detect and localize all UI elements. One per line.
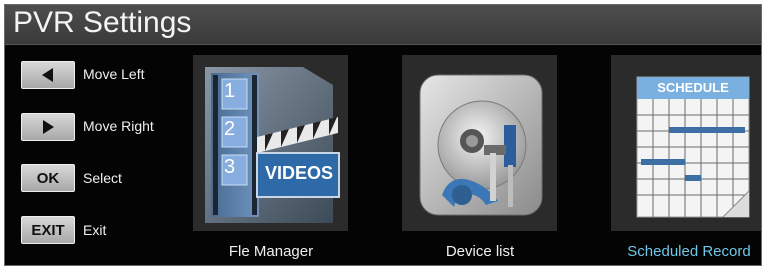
scheduled-record-label: Scheduled Record (627, 243, 751, 260)
film-number-2: 2 (224, 118, 236, 140)
select-label: Select (83, 170, 122, 186)
move-right-label: Move Right (83, 118, 154, 134)
scheduled-record-tile[interactable]: SCHEDULE (611, 55, 761, 231)
pvr-settings-screen: PVR Settings Move Left Move Right OK Sel… (4, 4, 762, 266)
page-title: PVR Settings (13, 6, 192, 39)
title-bar: PVR Settings (5, 5, 761, 45)
videos-icon-text: VIDEOS (264, 163, 334, 183)
device-list-tile[interactable] (402, 55, 557, 231)
exit-label: Exit (83, 222, 107, 238)
ok-key[interactable]: OK (21, 164, 75, 192)
file-manager-tile[interactable]: 1 2 3 VIDEOS (193, 55, 348, 231)
hard-drive-tools-icon (419, 74, 543, 216)
move-left-label: Move Left (83, 66, 145, 82)
device-list-label: Device list (445, 243, 515, 260)
film-number-1: 1 (224, 80, 236, 102)
exit-key[interactable]: EXIT (21, 216, 75, 244)
film-number-3: 3 (224, 156, 236, 178)
videos-folder-icon (205, 67, 340, 223)
schedule-icon-text: SCHEDULE (657, 80, 729, 95)
triangle-right-icon (43, 120, 54, 134)
file-manager-label: Fle Manager (228, 243, 314, 260)
move-left-key[interactable] (21, 61, 75, 89)
triangle-left-icon (42, 68, 53, 82)
move-right-key[interactable] (21, 113, 75, 141)
